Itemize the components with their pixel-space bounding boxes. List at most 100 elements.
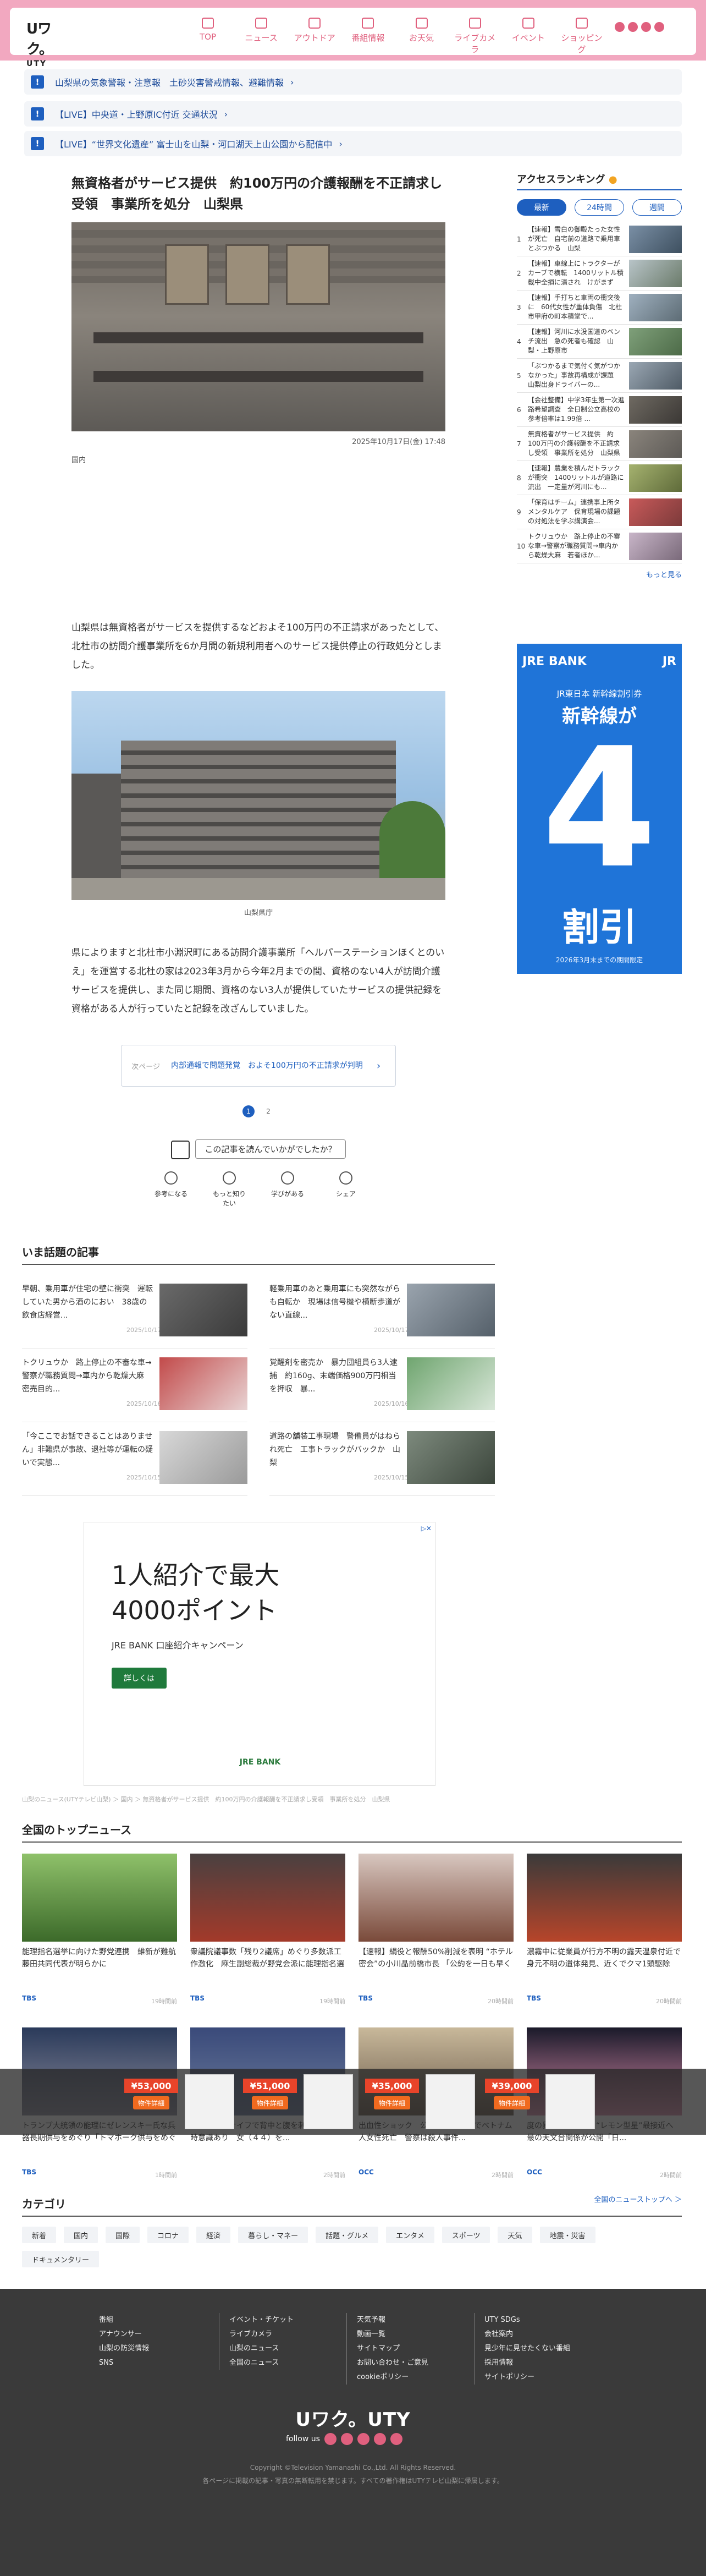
- alert-fuji-live[interactable]: ! 【LIVE】“世界文化遺産” 富士山を山梨・河口湖天上山公園から配信中 ›: [24, 131, 682, 156]
- ranking-item[interactable]: 6 【会社整備】中学3年生第一次進路希望調査 全日制公立高校の参考倍率は1.99倍…: [517, 393, 682, 427]
- category-international[interactable]: 国際: [106, 2227, 140, 2243]
- ranking-item[interactable]: 10 トクリュウか 路上停止の不審な車→警察が職務質問→車内から乾燥大麻 若者ほか…: [517, 529, 682, 563]
- line-icon[interactable]: [390, 2433, 402, 2445]
- nav-news[interactable]: ニュース: [239, 18, 283, 48]
- nav-events[interactable]: イベント: [506, 18, 550, 48]
- ranking-item[interactable]: 5 「ぶつかるまで気付く気がつかなかった」事故再構成が課題 山梨出身ドライバーの.…: [517, 359, 682, 393]
- property-detail-button[interactable]: 物件詳細: [133, 2096, 169, 2109]
- category-entertainment[interactable]: エンタメ: [386, 2227, 434, 2243]
- ranking-item[interactable]: 8 【速報】農業を積んだトラックが衝突 1400リットルが道路に流出 一定量が河川…: [517, 461, 682, 495]
- category-weather[interactable]: 天気: [498, 2227, 532, 2243]
- property-ad[interactable]: ¥35,000 物件詳細: [365, 2074, 486, 2129]
- footer-link[interactable]: お問い合わせ・ご意見: [357, 2356, 467, 2370]
- ranking-item[interactable]: 2 【速報】車線上にトラクターがカーブで横転 1400リットル積載中全損に潰され …: [517, 256, 682, 291]
- category-corona[interactable]: コロナ: [147, 2227, 189, 2243]
- share-button[interactable]: シェア: [327, 1171, 365, 1208]
- category-domestic[interactable]: 国内: [64, 2227, 98, 2243]
- property-detail-button[interactable]: 物件詳細: [252, 2096, 288, 2109]
- property-detail-button[interactable]: 物件詳細: [494, 2096, 530, 2109]
- ranking-item[interactable]: 3 【速報】手打ちと車両の衝突後に 60代女性が重体負傷 北杜市甲府の町本積堂で.…: [517, 291, 682, 325]
- facebook-icon[interactable]: [628, 22, 638, 32]
- category-topics-gourmet[interactable]: 話題・グルメ: [316, 2227, 379, 2243]
- footer-link[interactable]: 天気予報: [357, 2313, 467, 2327]
- category-documentary[interactable]: ドキュメンタリー: [22, 2251, 100, 2267]
- ad-choices-icon[interactable]: ▷✕: [421, 1525, 432, 1532]
- trending-item[interactable]: 「今ここでお話できることはありません」非難県が事故、退社等が運転の疑いで実態..…: [22, 1422, 247, 1496]
- property-detail-button[interactable]: 物件詳細: [374, 2096, 410, 2109]
- alert-traffic[interactable]: ! 【LIVE】中央道・上野原IC付近 交通状況 ›: [24, 101, 682, 127]
- footer-link[interactable]: サイトマップ: [357, 2342, 467, 2356]
- property-ad[interactable]: ¥51,000 物件詳細: [243, 2074, 364, 2129]
- footer-link[interactable]: 会社案内: [484, 2327, 595, 2342]
- nav-shopping[interactable]: ショッピング: [560, 18, 604, 54]
- footer-logo[interactable]: Uワク。UTY: [0, 2404, 706, 2431]
- footer-link[interactable]: ライブカメラ: [229, 2327, 340, 2342]
- x-icon[interactable]: [324, 2433, 337, 2445]
- ranking-item[interactable]: 4 【速報】河川に水没国道のベンチ流出 急の死者も確認 山梨・上野原市: [517, 325, 682, 359]
- ad-jre-bank-referral[interactable]: ▷✕ 1人紹介で最大 4000ポイント JRE BANK 口座紹介キャンペーン …: [84, 1522, 435, 1786]
- news-time: 19時間前: [151, 1998, 177, 2005]
- nav-livecam[interactable]: ライブカメラ: [453, 18, 497, 54]
- property-ad[interactable]: ¥39,000 物件詳細: [485, 2074, 606, 2129]
- footer-link[interactable]: UTY SDGs: [484, 2313, 595, 2327]
- article-category[interactable]: 国内: [71, 454, 445, 464]
- footer-link[interactable]: 採用情報: [484, 2356, 595, 2370]
- trending-item[interactable]: 道路の舗装工事現場 警備員がはねられ死亡 工事トラックがバックか 山梨 2025/…: [269, 1422, 495, 1496]
- tab-weekly[interactable]: 週間: [632, 199, 682, 216]
- news-card[interactable]: 【速報】絹役と報酬50%削減を表明 “ホテル密会”の小川晶前橋市長 「公約を一日…: [358, 1854, 514, 2014]
- ranking-thumbnail: [629, 294, 682, 321]
- breadcrumb[interactable]: 山梨のニュース(UTYテレビ山梨) ＞ 国内 ＞ 無資格者がサービス提供 約10…: [22, 1795, 682, 1804]
- reaction-more-button[interactable]: もっと知りたい: [210, 1171, 249, 1208]
- category-latest[interactable]: 新着: [22, 2227, 57, 2243]
- ad-details-button[interactable]: 詳しくは: [112, 1668, 167, 1689]
- footer-link[interactable]: 全国のニュース: [229, 2356, 340, 2370]
- footer-link[interactable]: イベント・チケット: [229, 2313, 340, 2327]
- ranking-item[interactable]: 1 【速報】雪白の御殿たった女性が死亡 自宅前の道路で乗用車とぶつかる 山梨: [517, 222, 682, 256]
- tab-24h[interactable]: 24時間: [575, 199, 624, 216]
- news-card[interactable]: 濃霧中に従業員が行方不明の露天温泉付近で身元不明の遺体発見、近くでクマ1頭駆除 …: [527, 1854, 682, 2014]
- nav-outdoor[interactable]: アウトドア: [293, 18, 337, 48]
- news-card[interactable]: 衆議院議事数「残り2議席」めぐり多数派工作激化 麻生副総裁が野党会派に能理指名選…: [190, 1854, 345, 2014]
- property-ad[interactable]: ¥53,000 物件詳細: [124, 2074, 245, 2129]
- footer-link[interactable]: SNS: [99, 2356, 220, 2370]
- category-economy[interactable]: 経済: [196, 2227, 231, 2243]
- trending-item[interactable]: 覚醒剤を密売か 暴力団組員ら3人逮捕 約160g、末端価格900万円相当を押収 …: [269, 1349, 495, 1422]
- footer-link[interactable]: アナウンサー: [99, 2327, 220, 2342]
- next-page-link[interactable]: 次ページ 内部通報で問題発覚 およそ100万円の不正請求が判明 ›: [121, 1045, 396, 1087]
- nav-weather[interactable]: お天気: [400, 18, 444, 48]
- category-sports[interactable]: スポーツ: [442, 2227, 490, 2243]
- category-life-money[interactable]: 暮らし・マネー: [238, 2227, 308, 2243]
- facebook-icon[interactable]: [340, 2433, 353, 2445]
- nav-programs[interactable]: 番組情報: [346, 18, 390, 48]
- ranking-item[interactable]: 9 「保育はチーム」連携事上所タメンタルケア 保育現場の課題の対処法を学ぶ講演会.…: [517, 495, 682, 529]
- footer-link[interactable]: 動画一覧: [357, 2327, 467, 2342]
- ranking-more-link[interactable]: もっと見る: [517, 569, 682, 579]
- news-card[interactable]: 能理指名選挙に向けた野党連携 維新が難航 藤田共同代表が明らかに TBS 19時間前: [22, 1854, 177, 2014]
- category-disaster[interactable]: 地震・災害: [539, 2227, 595, 2243]
- trending-item[interactable]: 軽乗用車のあと乗用車にも突然ながらも自転か 現場は信号機や横断歩道がない直線..…: [269, 1275, 495, 1349]
- news-source: TBS: [527, 1994, 541, 2002]
- tab-latest[interactable]: 最新: [517, 199, 566, 216]
- trending-item[interactable]: 早朝、乗用車が住宅の壁に衝突 運転していた男から酒のにおい 38歳の飲食店経営.…: [22, 1275, 247, 1349]
- sidebar-ad-jre-bank[interactable]: JRE BANK JR JR東日本 新幹線割引券 新幹線が 4 割引 2026年…: [517, 644, 682, 974]
- instagram-icon[interactable]: [641, 22, 651, 32]
- reaction-helpful-button[interactable]: 参考になる: [152, 1171, 190, 1208]
- page-2[interactable]: 2: [262, 1105, 274, 1117]
- youtube-icon[interactable]: [357, 2433, 369, 2445]
- line-icon[interactable]: [654, 22, 664, 32]
- footer-link[interactable]: 山梨の防災情報: [99, 2342, 220, 2356]
- reaction-learn-button[interactable]: 学びがある: [268, 1171, 307, 1208]
- footer-link[interactable]: 山梨のニュース: [229, 2342, 340, 2356]
- alert-weather[interactable]: ! 山梨県の気象警報・注意報 土砂災害警戒情報、避難情報 ›: [24, 69, 682, 95]
- footer-link[interactable]: 見少年に見せたくない番組: [484, 2342, 595, 2356]
- footer-link[interactable]: cookieポリシー: [357, 2370, 467, 2385]
- x-icon[interactable]: [615, 22, 625, 32]
- footer-link[interactable]: サイトポリシー: [484, 2370, 595, 2385]
- nav-top[interactable]: TOP: [186, 18, 230, 48]
- ranking-item[interactable]: 7 無資格者がサービス提供 約100万円の介護報酬を不正請求し受領 事業所を処分 …: [517, 427, 682, 461]
- page-1[interactable]: 1: [242, 1105, 255, 1117]
- trending-item[interactable]: トクリュウか 路上停止の不審な車→警察が職務質問→車内から乾燥大麻 密売目的..…: [22, 1349, 247, 1422]
- footer-link[interactable]: 番組: [99, 2313, 220, 2327]
- instagram-icon[interactable]: [373, 2433, 386, 2445]
- site-logo[interactable]: Uワク。 UTY: [26, 18, 65, 68]
